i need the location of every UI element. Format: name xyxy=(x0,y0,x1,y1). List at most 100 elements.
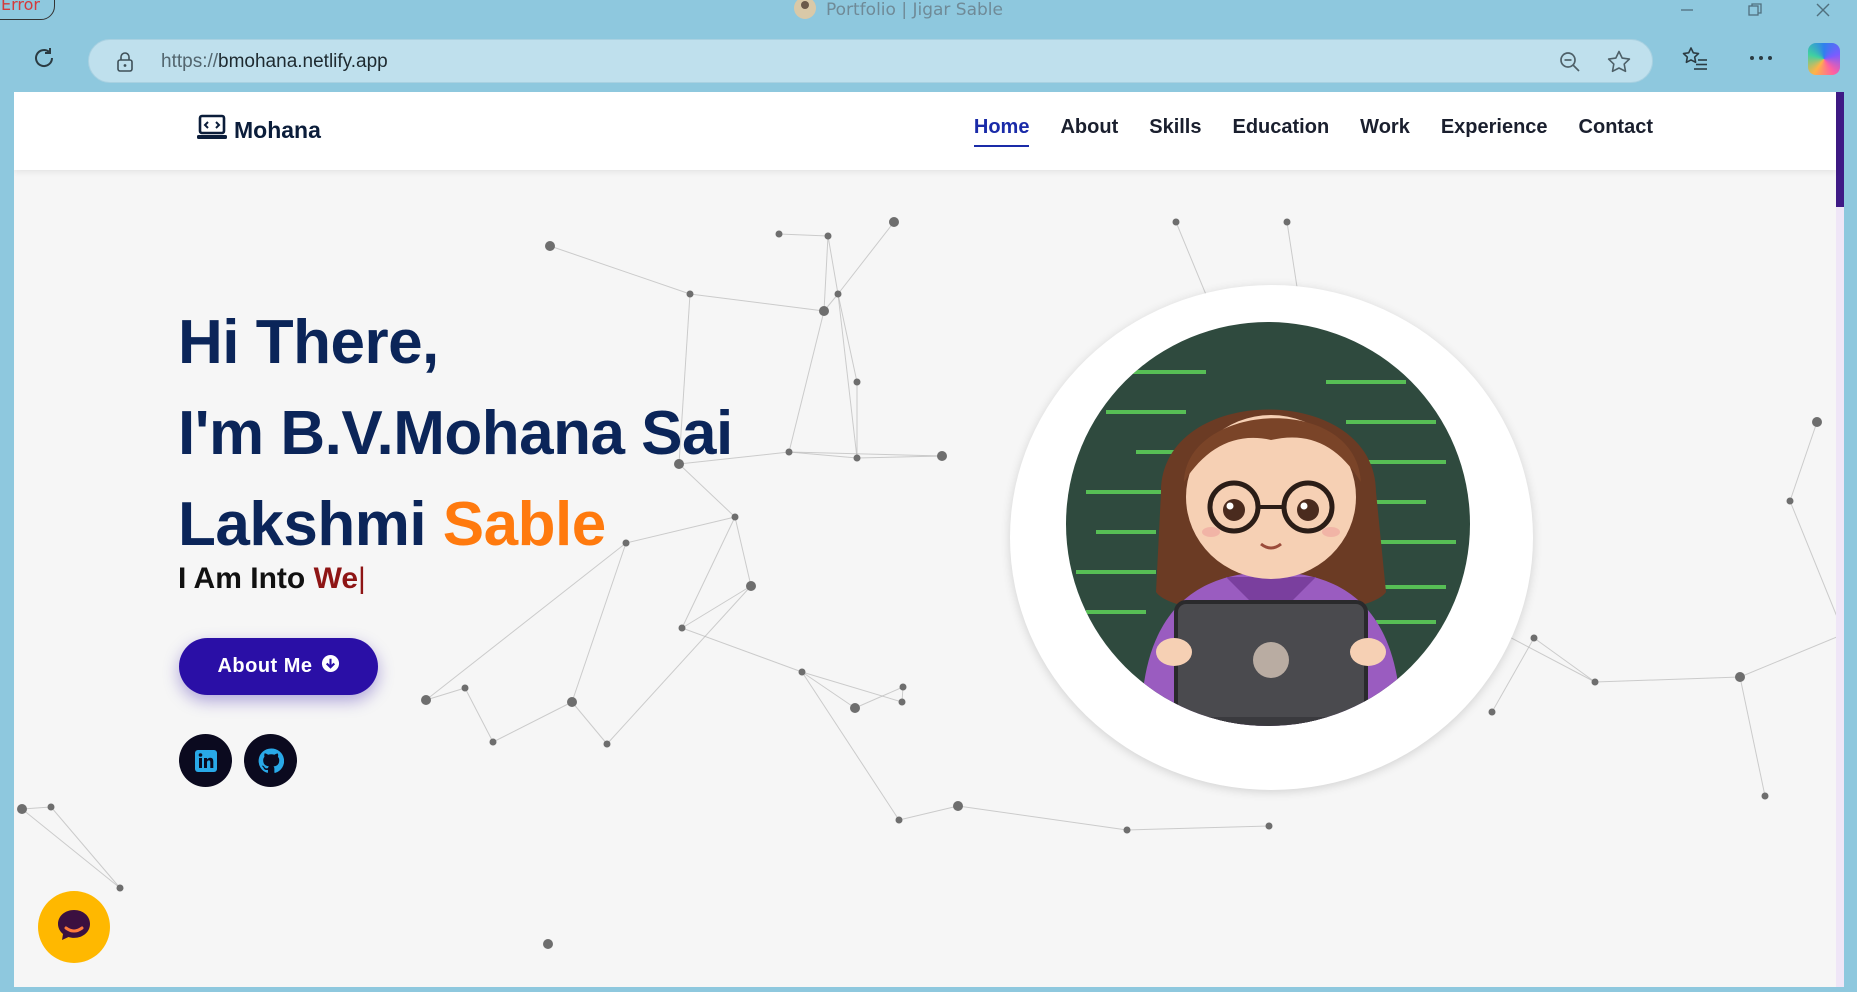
particle-node xyxy=(853,454,861,462)
particle-node xyxy=(17,804,27,814)
favorites-list-icon[interactable] xyxy=(1677,40,1713,76)
particle-link xyxy=(1533,637,1596,683)
particle-node xyxy=(785,448,793,456)
particle-node xyxy=(895,816,903,824)
particle-link xyxy=(898,805,959,821)
hero-name-line-2: Lakshmi Sable xyxy=(178,479,733,570)
particle-node xyxy=(543,939,553,949)
particle-node xyxy=(421,695,431,705)
particle-link xyxy=(606,585,752,745)
particle-link xyxy=(801,671,903,703)
particle-link xyxy=(681,627,803,673)
particle-link xyxy=(571,701,608,745)
nav-link-contact[interactable]: Contact xyxy=(1579,116,1653,147)
typing-cursor: | xyxy=(358,562,366,595)
tab-favicon-icon xyxy=(794,0,816,19)
particle-node xyxy=(1172,218,1180,226)
particle-node xyxy=(1488,708,1496,716)
browser-toolbar: https://bmohana.netlify.app xyxy=(0,28,1857,88)
particle-link xyxy=(823,235,829,312)
about-me-button[interactable]: About Me xyxy=(179,638,378,695)
particle-link xyxy=(957,805,1128,831)
lock-icon[interactable] xyxy=(115,51,135,77)
particle-node xyxy=(1761,792,1769,800)
logo-text: Mohana xyxy=(234,116,321,143)
particle-node xyxy=(1812,417,1822,427)
particle-node xyxy=(898,698,906,706)
particle-link xyxy=(1594,676,1741,683)
more-icon[interactable] xyxy=(1743,40,1779,76)
nav-link-work[interactable]: Work xyxy=(1360,116,1410,147)
url-host: bmohana.netlify.app xyxy=(218,51,388,72)
particle-node xyxy=(1283,218,1291,226)
scrollbar-track[interactable] xyxy=(1836,207,1844,987)
particle-link xyxy=(492,701,573,743)
site-logo[interactable]: Mohana xyxy=(196,114,321,146)
hero-name-part: Lakshmi xyxy=(178,490,427,559)
particle-link xyxy=(425,687,466,701)
nav-link-experience[interactable]: Experience xyxy=(1441,116,1548,147)
particle-node xyxy=(798,668,806,676)
particle-link xyxy=(21,808,121,889)
close-icon[interactable] xyxy=(1789,0,1857,20)
linkedin-icon[interactable] xyxy=(179,734,232,787)
particle-node xyxy=(489,738,497,746)
particle-node xyxy=(775,230,783,238)
favorite-star-icon[interactable] xyxy=(1606,49,1632,79)
particle-link xyxy=(837,221,895,295)
arrow-circle-down-icon xyxy=(321,654,340,679)
particle-link xyxy=(856,455,943,459)
particle-node xyxy=(1265,822,1273,830)
typing-word: We xyxy=(313,562,359,595)
particle-link xyxy=(734,516,752,587)
page-viewport: Mohana Home About Skills Education Work … xyxy=(14,92,1844,987)
address-bar[interactable]: https://bmohana.netlify.app xyxy=(88,39,1653,83)
nav-link-skills[interactable]: Skills xyxy=(1149,116,1201,147)
chat-launcher-button[interactable] xyxy=(38,891,110,963)
zoom-out-icon[interactable] xyxy=(1558,50,1582,78)
particle-node xyxy=(461,684,469,692)
particle-link xyxy=(1789,421,1818,502)
hero-name-line: I'm B.V.Mohana Sai xyxy=(178,399,733,468)
typing-prefix: I Am Into xyxy=(178,562,306,595)
nav-link-about[interactable]: About xyxy=(1060,116,1118,147)
particle-link xyxy=(788,310,825,453)
particle-node xyxy=(1735,672,1745,682)
particle-link xyxy=(827,235,839,295)
particle-node xyxy=(853,378,861,386)
typing-line: I Am Into We| xyxy=(178,562,366,596)
chat-icon xyxy=(55,907,93,947)
url-text: https://bmohana.netlify.app xyxy=(161,51,388,73)
particle-link xyxy=(50,806,121,889)
particle-node xyxy=(47,803,55,811)
error-badge[interactable]: Error xyxy=(0,0,55,20)
window-controls xyxy=(1653,0,1857,20)
github-icon[interactable] xyxy=(244,734,297,787)
url-protocol: https:// xyxy=(161,51,219,72)
particle-node xyxy=(567,697,577,707)
particle-node xyxy=(603,740,611,748)
particle-node xyxy=(824,232,832,240)
tab-title-group[interactable]: Portfolio | Jigar Sable xyxy=(794,0,1003,20)
particle-node xyxy=(746,581,756,591)
site-navbar: Mohana Home About Skills Education Work … xyxy=(14,92,1836,170)
hero-greeting: Hi There, xyxy=(178,308,439,377)
reload-icon[interactable] xyxy=(26,40,62,76)
restore-icon[interactable] xyxy=(1721,0,1789,20)
copilot-icon[interactable] xyxy=(1808,43,1840,75)
hero-heading: Hi There, I'm B.V.Mohana Sai Lakshmi Sab… xyxy=(178,297,733,570)
minimize-icon[interactable] xyxy=(1653,0,1721,20)
title-bar: Error Portfolio | Jigar Sable xyxy=(0,0,1857,20)
about-me-label: About Me xyxy=(217,655,313,677)
particle-node xyxy=(953,801,963,811)
nav-link-education[interactable]: Education xyxy=(1233,116,1330,147)
particle-node xyxy=(1530,634,1538,642)
particle-node xyxy=(889,217,899,227)
particle-link xyxy=(464,687,494,743)
nav-link-home[interactable]: Home xyxy=(973,116,1030,147)
particle-node xyxy=(899,683,907,691)
particle-link xyxy=(801,671,856,709)
particle-link xyxy=(801,671,900,821)
particle-node xyxy=(834,290,842,298)
scrollbar-thumb[interactable] xyxy=(1836,92,1844,207)
